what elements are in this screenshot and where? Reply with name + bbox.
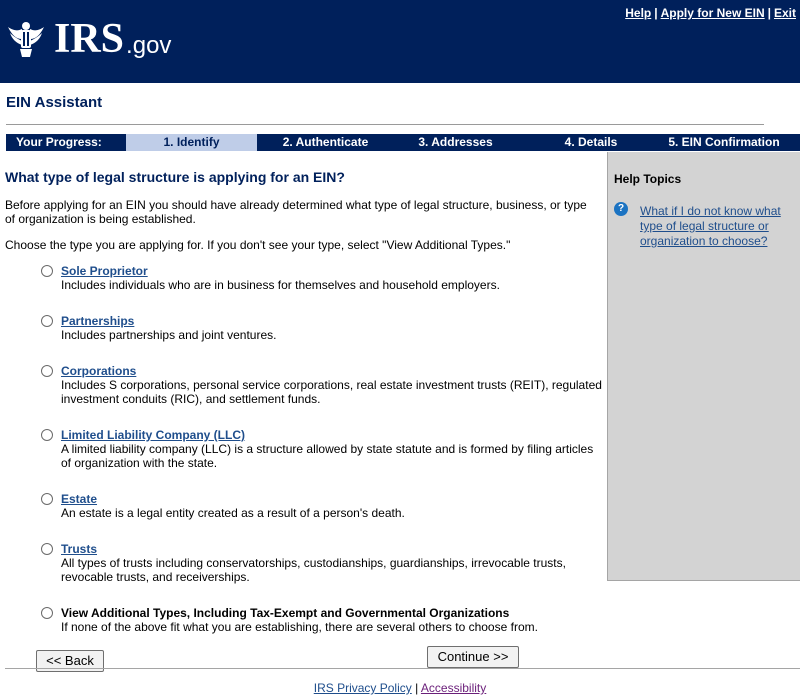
option-description: Includes individuals who are in business… xyxy=(61,278,500,292)
logo-text: IRS xyxy=(54,16,125,62)
intro-text: Before applying for an EIN you should ha… xyxy=(5,198,587,226)
progress-step-ein-confirmation: 5. EIN Confirmation xyxy=(668,135,780,149)
option-sole-proprietor: Sole Proprietor Includes individuals who… xyxy=(5,264,605,292)
progress-step-addresses: 3. Addresses xyxy=(418,135,493,149)
exit-link[interactable]: Exit xyxy=(774,6,796,20)
accessibility-link[interactable]: Accessibility xyxy=(421,681,486,695)
footer: IRS Privacy Policy | Accessibility xyxy=(0,681,800,695)
page-title: EIN Assistant xyxy=(6,94,103,111)
progress-bar: Your Progress: 1. Identify 2. Authentica… xyxy=(6,134,800,151)
question-circle-icon: ? xyxy=(614,202,628,216)
privacy-policy-link[interactable]: IRS Privacy Policy xyxy=(314,681,412,695)
radio-llc[interactable] xyxy=(41,429,53,441)
choose-instructions: Choose the type you are applying for. If… xyxy=(5,238,511,252)
apply-new-ein-link[interactable]: Apply for New EIN xyxy=(661,6,765,20)
option-title[interactable]: Partnerships xyxy=(61,314,605,328)
help-topics-title: Help Topics xyxy=(614,172,682,186)
progress-step-identify: 1. Identify xyxy=(126,134,257,151)
radio-sole-proprietor[interactable] xyxy=(41,265,53,277)
footer-divider xyxy=(5,668,800,669)
eagle-logo-icon xyxy=(8,22,44,57)
option-trusts: Trusts All types of trusts including con… xyxy=(5,542,605,584)
option-title[interactable]: Trusts xyxy=(61,542,605,556)
option-description: Includes S corporations, personal servic… xyxy=(61,378,602,406)
option-additional-types: View Additional Types, Including Tax-Exe… xyxy=(5,606,605,634)
logo-suffix: .gov xyxy=(126,32,172,59)
help-link[interactable]: Help xyxy=(625,6,651,20)
option-title[interactable]: Estate xyxy=(61,492,605,506)
option-title[interactable]: Limited Liability Company (LLC) xyxy=(61,428,605,442)
help-sidebar: Help Topics ? What if I do not know what… xyxy=(607,152,800,581)
title-divider xyxy=(6,124,764,125)
option-description: All types of trusts including conservato… xyxy=(61,556,566,584)
option-description: A limited liability company (LLC) is a s… xyxy=(61,442,594,470)
top-links: Help | Apply for New EIN | Exit xyxy=(625,6,796,20)
footer-separator: | xyxy=(415,681,419,695)
main-content: What type of legal structure is applying… xyxy=(5,153,605,634)
option-title[interactable]: Corporations xyxy=(61,364,605,378)
option-title: View Additional Types, Including Tax-Exe… xyxy=(61,606,510,620)
progress-step-authenticate: 2. Authenticate xyxy=(282,135,369,149)
question-heading: What type of legal structure is applying… xyxy=(5,169,345,185)
progress-label: Your Progress: xyxy=(16,135,102,149)
radio-estate[interactable] xyxy=(41,493,53,505)
option-estate: Estate An estate is a legal entity creat… xyxy=(5,492,605,520)
progress-step-details: 4. Details xyxy=(564,135,618,149)
option-description: An estate is a legal entity created as a… xyxy=(61,506,405,520)
option-description: If none of the above fit what you are es… xyxy=(61,620,538,634)
option-llc: Limited Liability Company (LLC) A limite… xyxy=(5,428,605,470)
legal-structure-options: Sole Proprietor Includes individuals who… xyxy=(5,264,605,634)
radio-trusts[interactable] xyxy=(41,543,53,555)
continue-button[interactable]: Continue >> xyxy=(427,646,519,668)
option-title[interactable]: Sole Proprietor xyxy=(61,264,605,278)
option-corporations: Corporations Includes S corporations, pe… xyxy=(5,364,605,406)
site-header: IRS .gov Help | Apply for New EIN | Exit xyxy=(0,0,800,83)
radio-corporations[interactable] xyxy=(41,365,53,377)
irs-logo[interactable]: IRS .gov xyxy=(4,14,171,64)
help-topic-link[interactable]: What if I do not know what type of legal… xyxy=(640,204,798,249)
option-description: Includes partnerships and joint ventures… xyxy=(61,328,277,342)
radio-additional-types[interactable] xyxy=(41,607,53,619)
option-partnerships: Partnerships Includes partnerships and j… xyxy=(5,314,605,342)
radio-partnerships[interactable] xyxy=(41,315,53,327)
